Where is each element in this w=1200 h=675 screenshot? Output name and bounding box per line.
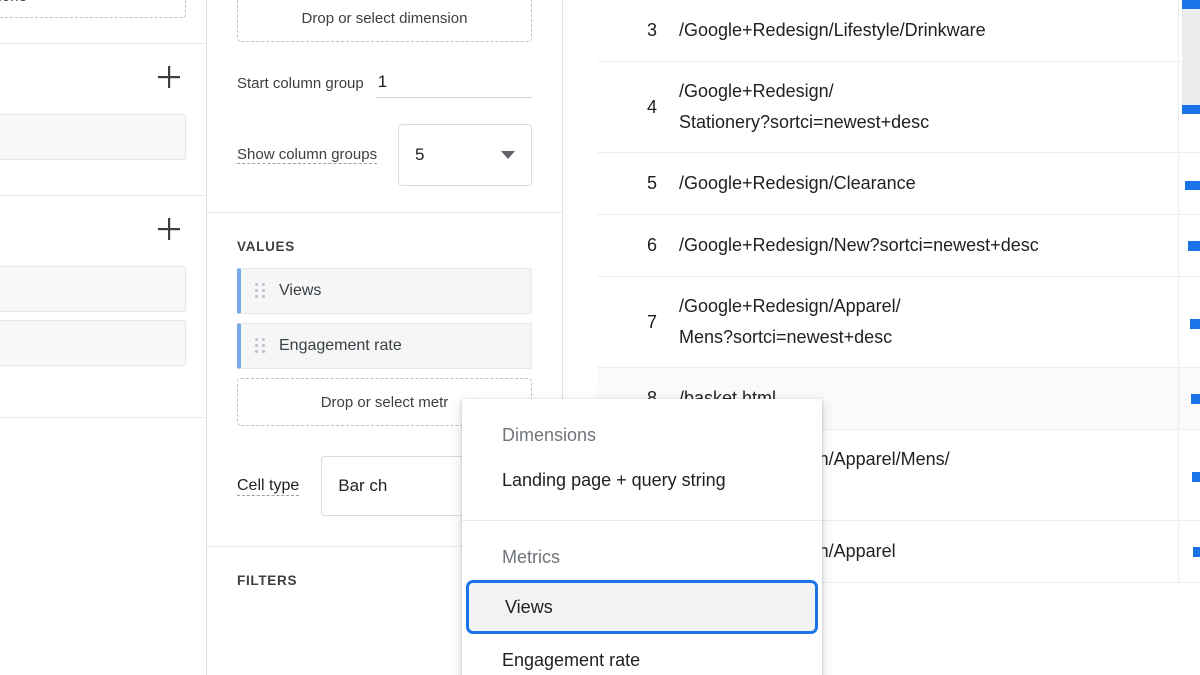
table-row[interactable]: 5 /Google+Redesign/Clearance xyxy=(597,153,1200,215)
value-chip-label: Views xyxy=(279,282,322,299)
bar-chart-cell xyxy=(1178,0,1200,61)
left-panel-section-metrics: ...ent rate xyxy=(0,196,206,418)
left-config-panel: None ...page + que… ...e xyxy=(0,0,207,675)
metric-dimension-dropdown: Dimensions Landing page + query string M… xyxy=(462,399,822,675)
row-path: /Google+Redesign/ Stationery?sortci=newe… xyxy=(679,81,930,132)
table-row[interactable]: 6 /Google+Redesign/New?sortci=newest+des… xyxy=(597,215,1200,277)
show-column-groups-select[interactable]: 5 xyxy=(398,124,532,186)
drag-handle-icon[interactable] xyxy=(255,338,265,354)
cell-type-select[interactable]: Bar ch xyxy=(321,456,482,516)
plus-icon xyxy=(158,66,180,88)
app-root: None ...page + que… ...e xyxy=(0,0,1200,675)
left-chip-metric-2[interactable]: ...ent rate xyxy=(0,320,186,366)
row-path: /Google+Redesign/Clearance xyxy=(679,173,916,193)
bar-chart-cell xyxy=(1178,277,1200,367)
show-column-groups-row: Show column groups 5 xyxy=(237,124,532,186)
add-metric-button[interactable] xyxy=(154,214,184,244)
bar-chart-cell xyxy=(1178,521,1200,582)
bar-chart-cell xyxy=(1178,368,1200,429)
table-row[interactable]: 7 /Google+Redesign/Apparel/ Mens?sortci=… xyxy=(597,277,1200,368)
row-path: /Google+Redesign/Apparel/ Mens?sortci=ne… xyxy=(679,296,901,347)
row-index: 7 xyxy=(646,311,657,332)
add-dimension-button[interactable] xyxy=(154,62,184,92)
row-index: 4 xyxy=(646,96,657,117)
left-panel-section-dimensions: ...page + que… xyxy=(0,44,206,196)
bar-chart-cell xyxy=(1178,215,1200,276)
row-path: /Google+Redesign/Lifestyle/Drinkware xyxy=(679,20,986,40)
dropdown-item-engagement-rate[interactable]: Engagement rate xyxy=(462,636,822,675)
bar-chart-cell xyxy=(1178,153,1200,214)
start-column-group-row: Start column group xyxy=(237,72,532,98)
row-path: /Google+Redesign/New?sortci=newest+desc xyxy=(679,235,1039,255)
drag-handle-icon[interactable] xyxy=(255,283,265,299)
row-index: 5 xyxy=(646,173,657,193)
row-index: 6 xyxy=(646,235,657,255)
dropdown-item-views[interactable]: Views xyxy=(466,580,818,634)
left-chip-dimension[interactable]: ...page + que… xyxy=(0,114,186,160)
values-section-title: VALUES xyxy=(237,239,295,254)
bar-chart-cell xyxy=(1178,430,1200,520)
value-chip-label: Engagement rate xyxy=(279,337,402,354)
none-dropbox[interactable]: None xyxy=(0,0,186,18)
start-column-group-label: Start column group xyxy=(237,75,364,92)
chevron-down-icon xyxy=(501,151,515,159)
value-chip-engagement-rate[interactable]: Engagement rate xyxy=(237,323,532,369)
value-chip-views[interactable]: Views xyxy=(237,268,532,314)
show-column-groups-value: 5 xyxy=(415,145,425,164)
dropdown-dimensions-group: Dimensions Landing page + query string xyxy=(462,399,822,504)
bar-chart-cell xyxy=(1178,62,1200,152)
plus-icon xyxy=(158,218,180,240)
columns-section: Drop or select dimension Start column gr… xyxy=(207,0,562,213)
table-row[interactable]: 3 /Google+Redesign/Lifestyle/Drinkware xyxy=(597,0,1200,62)
table-row[interactable]: 4 /Google+Redesign/ Stationery?sortci=ne… xyxy=(597,62,1200,153)
cell-type-label: Cell type xyxy=(237,476,300,496)
drop-or-select-dimension-box[interactable]: Drop or select dimension xyxy=(237,0,532,42)
show-column-groups-label-wrap: Show column groups xyxy=(237,144,380,166)
start-column-group-input[interactable] xyxy=(375,72,532,98)
dropdown-metrics-header: Metrics xyxy=(502,547,560,567)
show-column-groups-label: Show column groups xyxy=(237,146,378,164)
dropdown-item-landing-page[interactable]: Landing page + query string xyxy=(462,456,822,504)
dropdown-dimensions-header: Dimensions xyxy=(502,425,597,445)
left-chip-metric-1[interactable] xyxy=(0,266,186,312)
row-index: 3 xyxy=(646,20,657,40)
dropdown-metrics-group: Metrics Views Engagement rate xyxy=(462,521,822,675)
cell-type-value: Bar ch xyxy=(338,476,388,495)
left-panel-section-breakdown: None xyxy=(0,0,206,44)
